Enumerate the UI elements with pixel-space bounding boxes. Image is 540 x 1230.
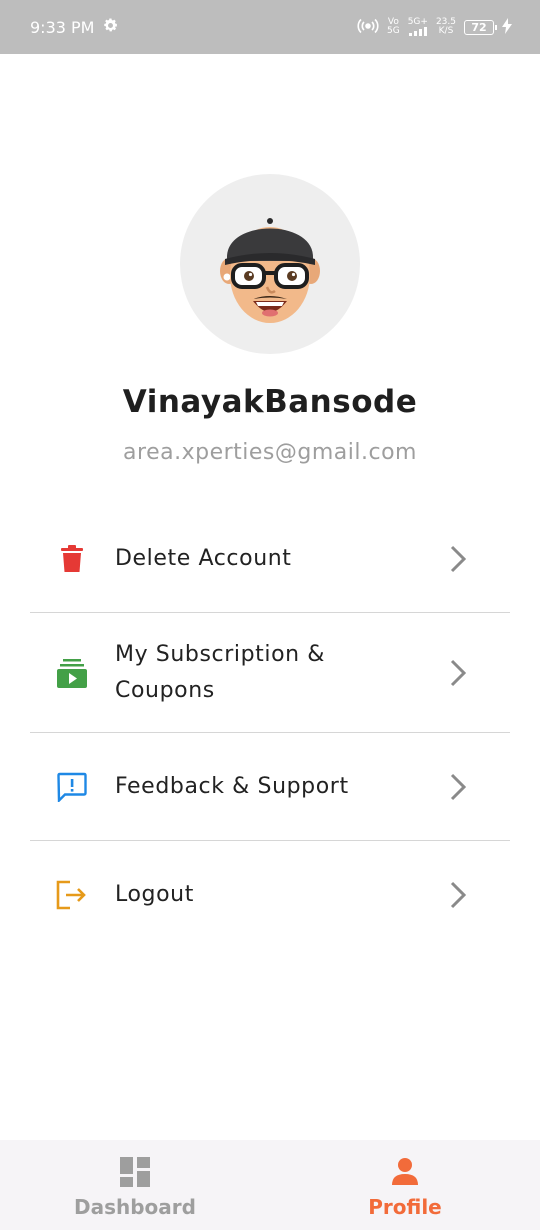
feedback-support-item[interactable]: Feedback & Support (30, 733, 510, 841)
status-time: 9:33 PM (30, 17, 95, 37)
logout-icon (54, 877, 90, 913)
chevron-right-icon (446, 769, 470, 805)
user-name: VinayakBansode (122, 384, 418, 420)
bottom-navigation: Dashboard Profile (0, 1140, 540, 1230)
logout-label: Logout (115, 882, 194, 907)
charging-bolt-icon (502, 17, 512, 37)
subscription-coupons-label: My Subscription & Coupons (115, 641, 326, 703)
trash-icon (54, 541, 90, 577)
person-icon (390, 1157, 420, 1191)
speed-unit: K/S (438, 26, 454, 36)
chevron-right-icon (446, 541, 470, 577)
profile-menu: Delete Account My Subscription & Coupons (30, 505, 510, 949)
nav-dashboard-label: Dashboard (74, 1195, 196, 1219)
battery-level: 72 (471, 20, 487, 34)
profile-avatar[interactable] (180, 174, 360, 354)
nav-profile-label: Profile (368, 1195, 442, 1219)
nav-profile[interactable]: Profile (270, 1140, 540, 1230)
dashboard-icon (120, 1157, 150, 1191)
status-bar: 9:33 PM Vo 5G 5G+ 23.5 K/S 72 (0, 0, 540, 54)
user-email: area.xperties@gmail.com (123, 440, 417, 465)
feedback-icon (54, 769, 90, 805)
hotspot-icon (357, 18, 379, 37)
delete-account-label: Delete Account (115, 545, 292, 571)
nav-dashboard[interactable]: Dashboard (0, 1140, 270, 1230)
subscriptions-icon (54, 655, 90, 691)
chevron-right-icon (446, 877, 470, 913)
5g-small-label: 5G (387, 26, 400, 36)
5g-plus-label: 5G+ (407, 17, 428, 27)
memoji-avatar-icon (220, 218, 320, 323)
signal-bars-icon (408, 27, 427, 36)
signal-indicator: 5G+ (408, 18, 428, 36)
logout-item[interactable]: Logout (30, 841, 510, 949)
status-left: 9:33 PM (30, 17, 119, 38)
delete-account-item[interactable]: Delete Account (30, 505, 510, 613)
status-right: Vo 5G 5G+ 23.5 K/S 72 (357, 17, 512, 37)
battery-icon: 72 (464, 19, 497, 35)
settings-gear-icon (102, 17, 119, 38)
subscription-coupons-item[interactable]: My Subscription & Coupons (30, 613, 510, 733)
network-speed: 23.5 K/S (436, 18, 456, 36)
chevron-right-icon (446, 655, 470, 691)
feedback-support-label: Feedback & Support (115, 773, 349, 799)
volte-indicator: Vo 5G (387, 18, 400, 36)
